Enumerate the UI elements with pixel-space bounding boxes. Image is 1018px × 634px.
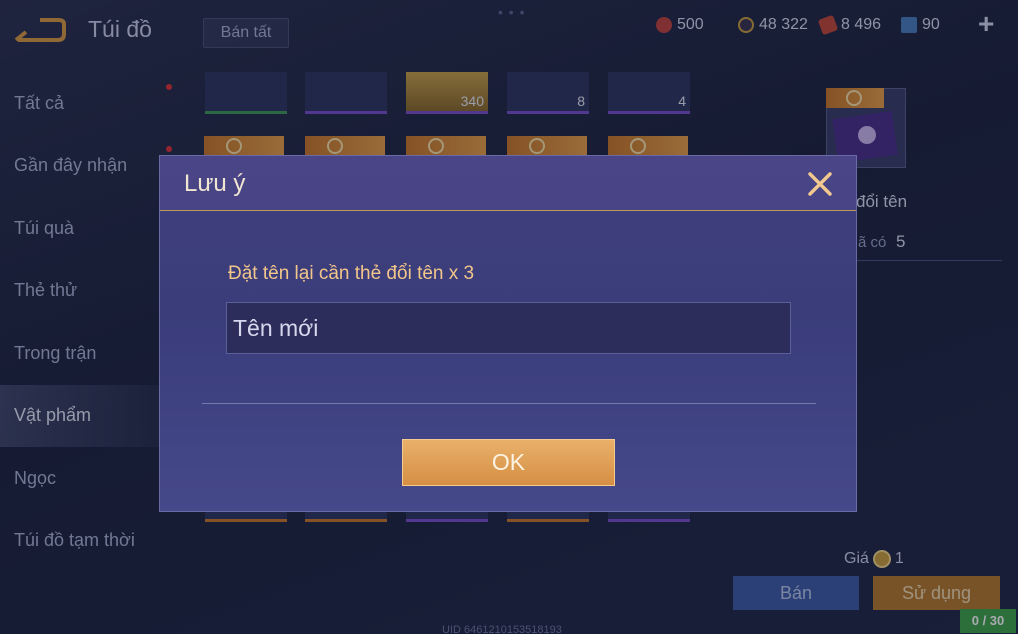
dialog-title: Lưu ý (184, 170, 246, 197)
divider (202, 403, 816, 404)
rename-dialog: Lưu ý Đặt tên lại cần thẻ đổi tên x 3 OK (159, 155, 857, 512)
new-name-input[interactable] (226, 302, 791, 354)
ok-button[interactable]: OK (402, 439, 615, 486)
dialog-header: Lưu ý (160, 156, 856, 211)
close-button[interactable] (804, 168, 836, 200)
close-icon (808, 172, 832, 196)
dialog-prompt: Đặt tên lại cần thẻ đổi tên x 3 (228, 263, 475, 284)
